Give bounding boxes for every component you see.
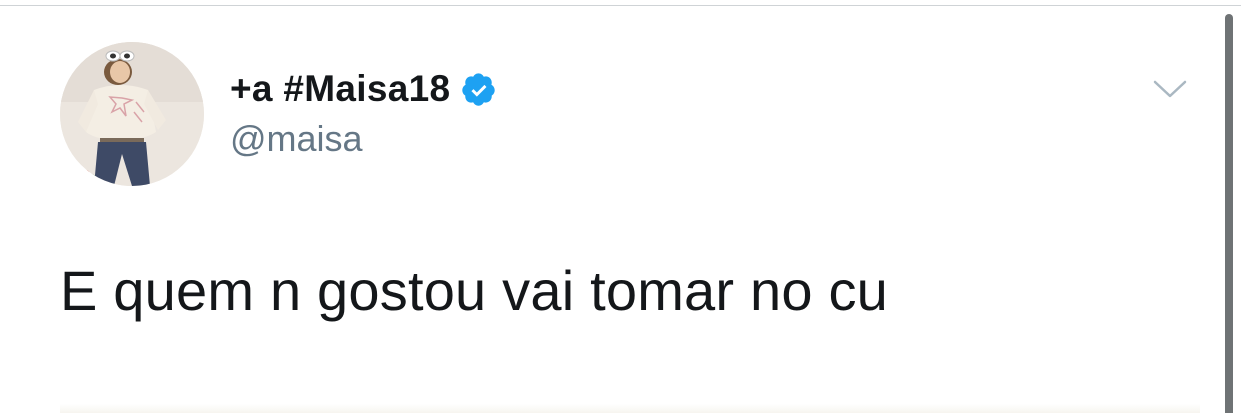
top-divider <box>0 0 1241 6</box>
scrollbar[interactable] <box>1225 14 1233 413</box>
tweet-options-button[interactable] <box>1150 72 1190 106</box>
profile-photo <box>60 42 204 186</box>
verified-badge-icon <box>460 71 497 108</box>
media-preview-edge <box>60 404 1200 413</box>
display-name-row: +a #Maisa18 <box>230 66 497 112</box>
user-handle[interactable]: @maisa <box>230 118 363 160</box>
tweet-text: E quem n gostou vai tomar no cu <box>60 259 888 322</box>
display-name[interactable]: +a #Maisa18 <box>230 68 450 110</box>
avatar[interactable] <box>60 42 204 186</box>
chevron-down-icon <box>1153 80 1187 98</box>
